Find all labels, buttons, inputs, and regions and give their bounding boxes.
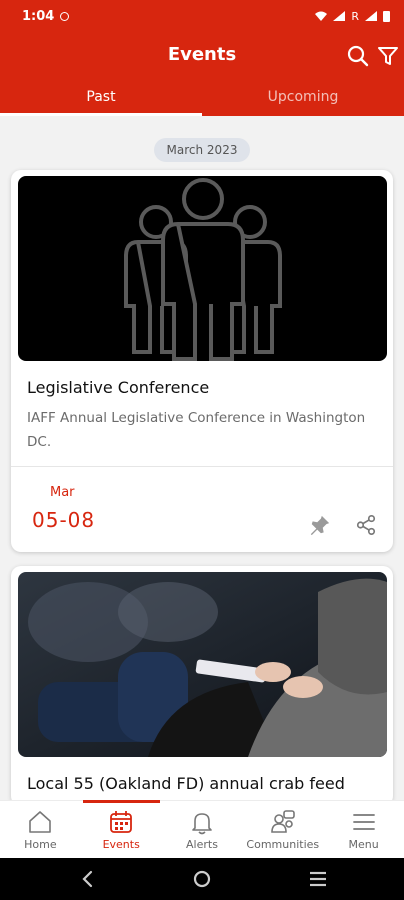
share-icon[interactable] [355, 514, 377, 536]
menu-icon [352, 814, 375, 830]
nav-menu[interactable]: Menu [323, 801, 404, 858]
filter-icon[interactable] [376, 44, 400, 68]
month-header: March 2023 [154, 138, 250, 162]
home-button-icon[interactable] [193, 870, 211, 888]
status-app-icon [60, 11, 70, 21]
search-icon[interactable] [346, 44, 370, 68]
back-icon[interactable] [78, 869, 98, 889]
calendar-icon [110, 811, 133, 833]
event-title: Local 55 (Oakland FD) annual crab feed [27, 774, 345, 793]
event-image [18, 572, 387, 757]
nav-label: Menu [348, 838, 379, 851]
home-icon [29, 811, 52, 833]
nav-communities[interactable]: Communities [242, 801, 323, 858]
event-card[interactable]: Local 55 (Oakland FD) annual crab feed [11, 566, 393, 806]
signal-icon [333, 11, 346, 21]
event-description: IAFF Annual Legislative Conference in Wa… [27, 410, 366, 450]
event-image [18, 176, 387, 361]
nav-events[interactable]: Events [81, 800, 162, 858]
nav-label: Home [24, 838, 57, 851]
event-tabs: Past Upcoming [0, 78, 404, 116]
battery-icon [383, 10, 390, 22]
status-icons: R [315, 10, 390, 23]
page-title: Events [167, 44, 237, 65]
bell-icon [192, 813, 212, 835]
wifi-icon [315, 11, 328, 21]
nav-home[interactable]: Home [0, 801, 81, 858]
tab-upcoming[interactable]: Upcoming [202, 78, 404, 116]
event-month: Mar [50, 485, 75, 500]
nav-label: Communities [246, 838, 320, 851]
recent-apps-icon[interactable] [308, 870, 328, 888]
status-bar: 1:04 R [0, 0, 404, 32]
system-nav-bar [0, 858, 404, 900]
app-bar: Events [0, 32, 404, 78]
tab-past[interactable]: Past [0, 78, 202, 116]
signal-icon-2 [365, 11, 377, 21]
event-card[interactable]: Legislative Conference IAFF Annual Legis… [11, 170, 393, 552]
pin-icon[interactable] [309, 514, 331, 536]
communities-icon [270, 810, 295, 833]
conference-photo [18, 572, 387, 757]
nav-label: Events [102, 838, 140, 851]
people-group-icon [124, 178, 282, 361]
event-date-range: 05-08 [32, 508, 96, 532]
event-title: Legislative Conference [27, 378, 210, 397]
status-time: 1:04 [22, 8, 55, 24]
carrier-tag: R [351, 9, 359, 23]
card-divider [11, 466, 393, 467]
nav-label: Alerts [186, 838, 218, 851]
nav-alerts[interactable]: Alerts [162, 801, 243, 858]
bottom-nav: Home Events Alerts Communities Menu [0, 800, 404, 858]
